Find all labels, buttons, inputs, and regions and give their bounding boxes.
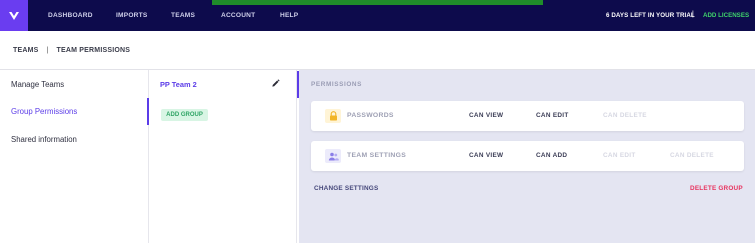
team-name[interactable]: PP Team 2	[160, 80, 197, 89]
nav-teams[interactable]: TEAMS	[171, 12, 195, 19]
sidebar	[0, 70, 149, 243]
sidebar-item-shared-information[interactable]: Shared information	[11, 135, 77, 144]
team-settings-can-add[interactable]: CAN ADD	[536, 152, 567, 159]
app-logo[interactable]	[0, 0, 28, 31]
permission-row-passwords: PASSWORDS CAN VIEW CAN EDIT CAN DELETE	[311, 101, 744, 131]
team-settings-can-view[interactable]: CAN VIEW	[469, 152, 503, 159]
delete-group-link[interactable]: DELETE GROUP	[690, 185, 743, 192]
permissions-heading: PERMISSIONS	[311, 81, 362, 88]
nav-help[interactable]: HELP	[280, 12, 298, 19]
permission-label-team-settings: TEAM SETTINGS	[347, 152, 407, 159]
nav-imports[interactable]: IMPORTS	[116, 12, 147, 19]
team-column	[149, 70, 297, 243]
lock-icon	[325, 109, 341, 123]
permission-label-passwords: PASSWORDS	[347, 112, 394, 119]
top-navigation-bar: DASHBOARD IMPORTS TEAMS ACCOUNT HELP 6 D…	[0, 0, 755, 31]
sidebar-item-manage-teams[interactable]: Manage Teams	[11, 80, 64, 89]
nav-dashboard[interactable]: DASHBOARD	[48, 12, 93, 19]
breadcrumb-current: TEAM PERMISSIONS	[56, 47, 131, 54]
trial-status-text: 6 DAYS LEFT IN YOUR TRIAL	[606, 12, 695, 19]
breadcrumb-teams[interactable]: TEAMS	[13, 47, 39, 54]
team-settings-can-delete[interactable]: CAN DELETE	[670, 152, 714, 159]
breadcrumb: TEAMS | TEAM PERMISSIONS	[13, 47, 130, 54]
users-icon	[325, 149, 341, 163]
team-settings-can-edit[interactable]: CAN EDIT	[603, 152, 636, 159]
passwords-can-delete[interactable]: CAN DELETE	[603, 112, 647, 119]
trial-progress-strip	[212, 0, 543, 5]
change-settings-link[interactable]: CHANGE SETTINGS	[314, 185, 378, 192]
pencil-icon[interactable]	[271, 79, 280, 88]
permission-row-team-settings: TEAM SETTINGS CAN VIEW CAN ADD CAN EDIT …	[311, 141, 744, 171]
add-licenses-link[interactable]: ADD LICENSES	[703, 12, 749, 19]
sidebar-item-group-permissions[interactable]: Group Permissions	[11, 107, 77, 116]
nav-separator: |	[692, 11, 694, 18]
passwords-can-edit[interactable]: CAN EDIT	[536, 112, 569, 119]
nav-account[interactable]: ACCOUNT	[221, 12, 255, 19]
chevron-v-logo-icon	[9, 11, 19, 20]
breadcrumb-divider: |	[46, 47, 49, 54]
add-group-button[interactable]: ADD GROUP	[161, 109, 208, 121]
passwords-can-view[interactable]: CAN VIEW	[469, 112, 503, 119]
